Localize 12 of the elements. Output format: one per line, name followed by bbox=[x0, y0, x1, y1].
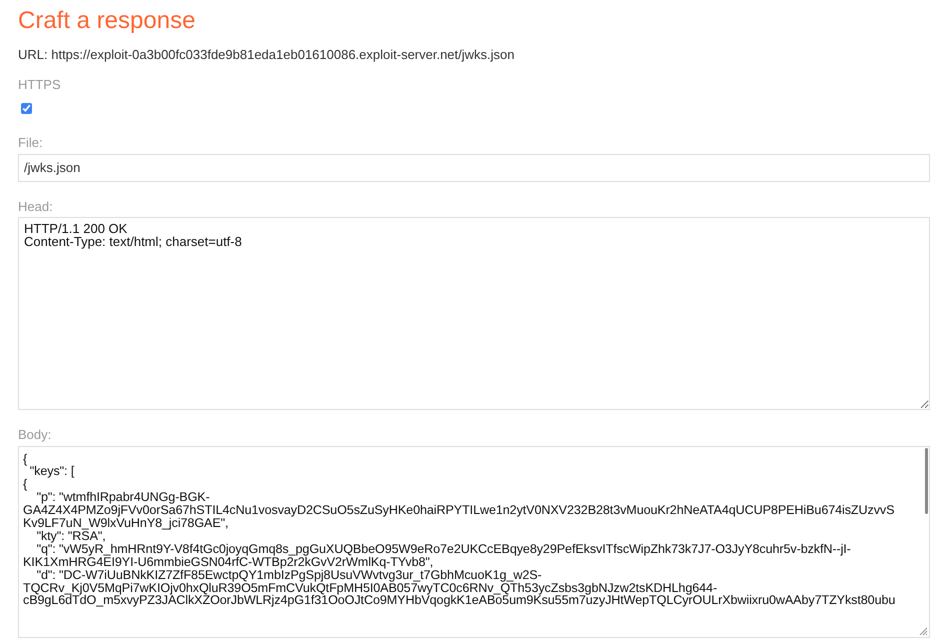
https-checkbox[interactable] bbox=[21, 102, 32, 114]
body-label: Body: bbox=[18, 426, 52, 444]
scrollbar-thumb[interactable] bbox=[925, 448, 928, 514]
file-field[interactable]: /jwks.json bbox=[18, 154, 930, 182]
head-label: Head: bbox=[18, 198, 53, 216]
page-title: Craft a response bbox=[18, 6, 196, 36]
resize-grip-icon[interactable] bbox=[919, 626, 928, 636]
https-label: HTTPS bbox=[18, 76, 61, 94]
url-text: URL: https://exploit-0a3b00fc033fde9b81eda1eb01610086.exploit-server.net/jwks.json bbox=[18, 46, 515, 64]
head-field[interactable]: HTTP/1.1 200 OK Content-Type: text/html; charset=utf-8 bbox=[18, 217, 930, 410]
body-field[interactable]: { "keys": [ { "p": "wtmfhIRpabr4UNGg-BGK- GA4Z4X4PMZo9jFVv0orSa67hSTIL4cNu1vosvayD2CSuO5sZuSyHKe0haiRPYTILwe1n2ytV0NXV232B28t3vMuouKr2hNeATA4qUCUP8PEHiBu674isZUzvvS Kv9LF7uN_W9lxVuHnY8_jci78GAE", "kty": "RSA", "q": "vW5yR_hmHRnt9Y-V8f4tGc0joyqGmq8s_pgGuXUQBbeO95W9eRo7e2UKCcEBqye8y29PefEksvITfscWipZhk73k7J7-O3JyY8cuhr5v-bzkfN--jI- KIK1XmHRG4EI9YI-U6mmbieGSN04rfC-WTBp2r2kGvV2rWmlKq-TYvb8", "d": "DC-W7iUuBNkKIZ7ZfF85EwctpQY1mbIzPgSpj8UsuVWvtvg3ur_t7GbhMcuoK1g_w2S- TQCRv_Kj0V5MqPi7wKIOjv0hxQluR39O5mFmCVukQtFpMH5I0AB057wyTC0c6RNv_QTh53ycZsbs3gbNJzw2tsKDHLhg644- cB9gL6dTdO_m5xvyPZ3JAClkXZOorJbWLRjz4pG1f31OoOJtCo9MYHbVqogkK1eABo5um9Ksu55m7uzyJHtWepTQLCyrOULrXbwiixru0wAAby7TZYkst80ubu bbox=[18, 446, 930, 638]
file-label: File: bbox=[18, 134, 43, 152]
